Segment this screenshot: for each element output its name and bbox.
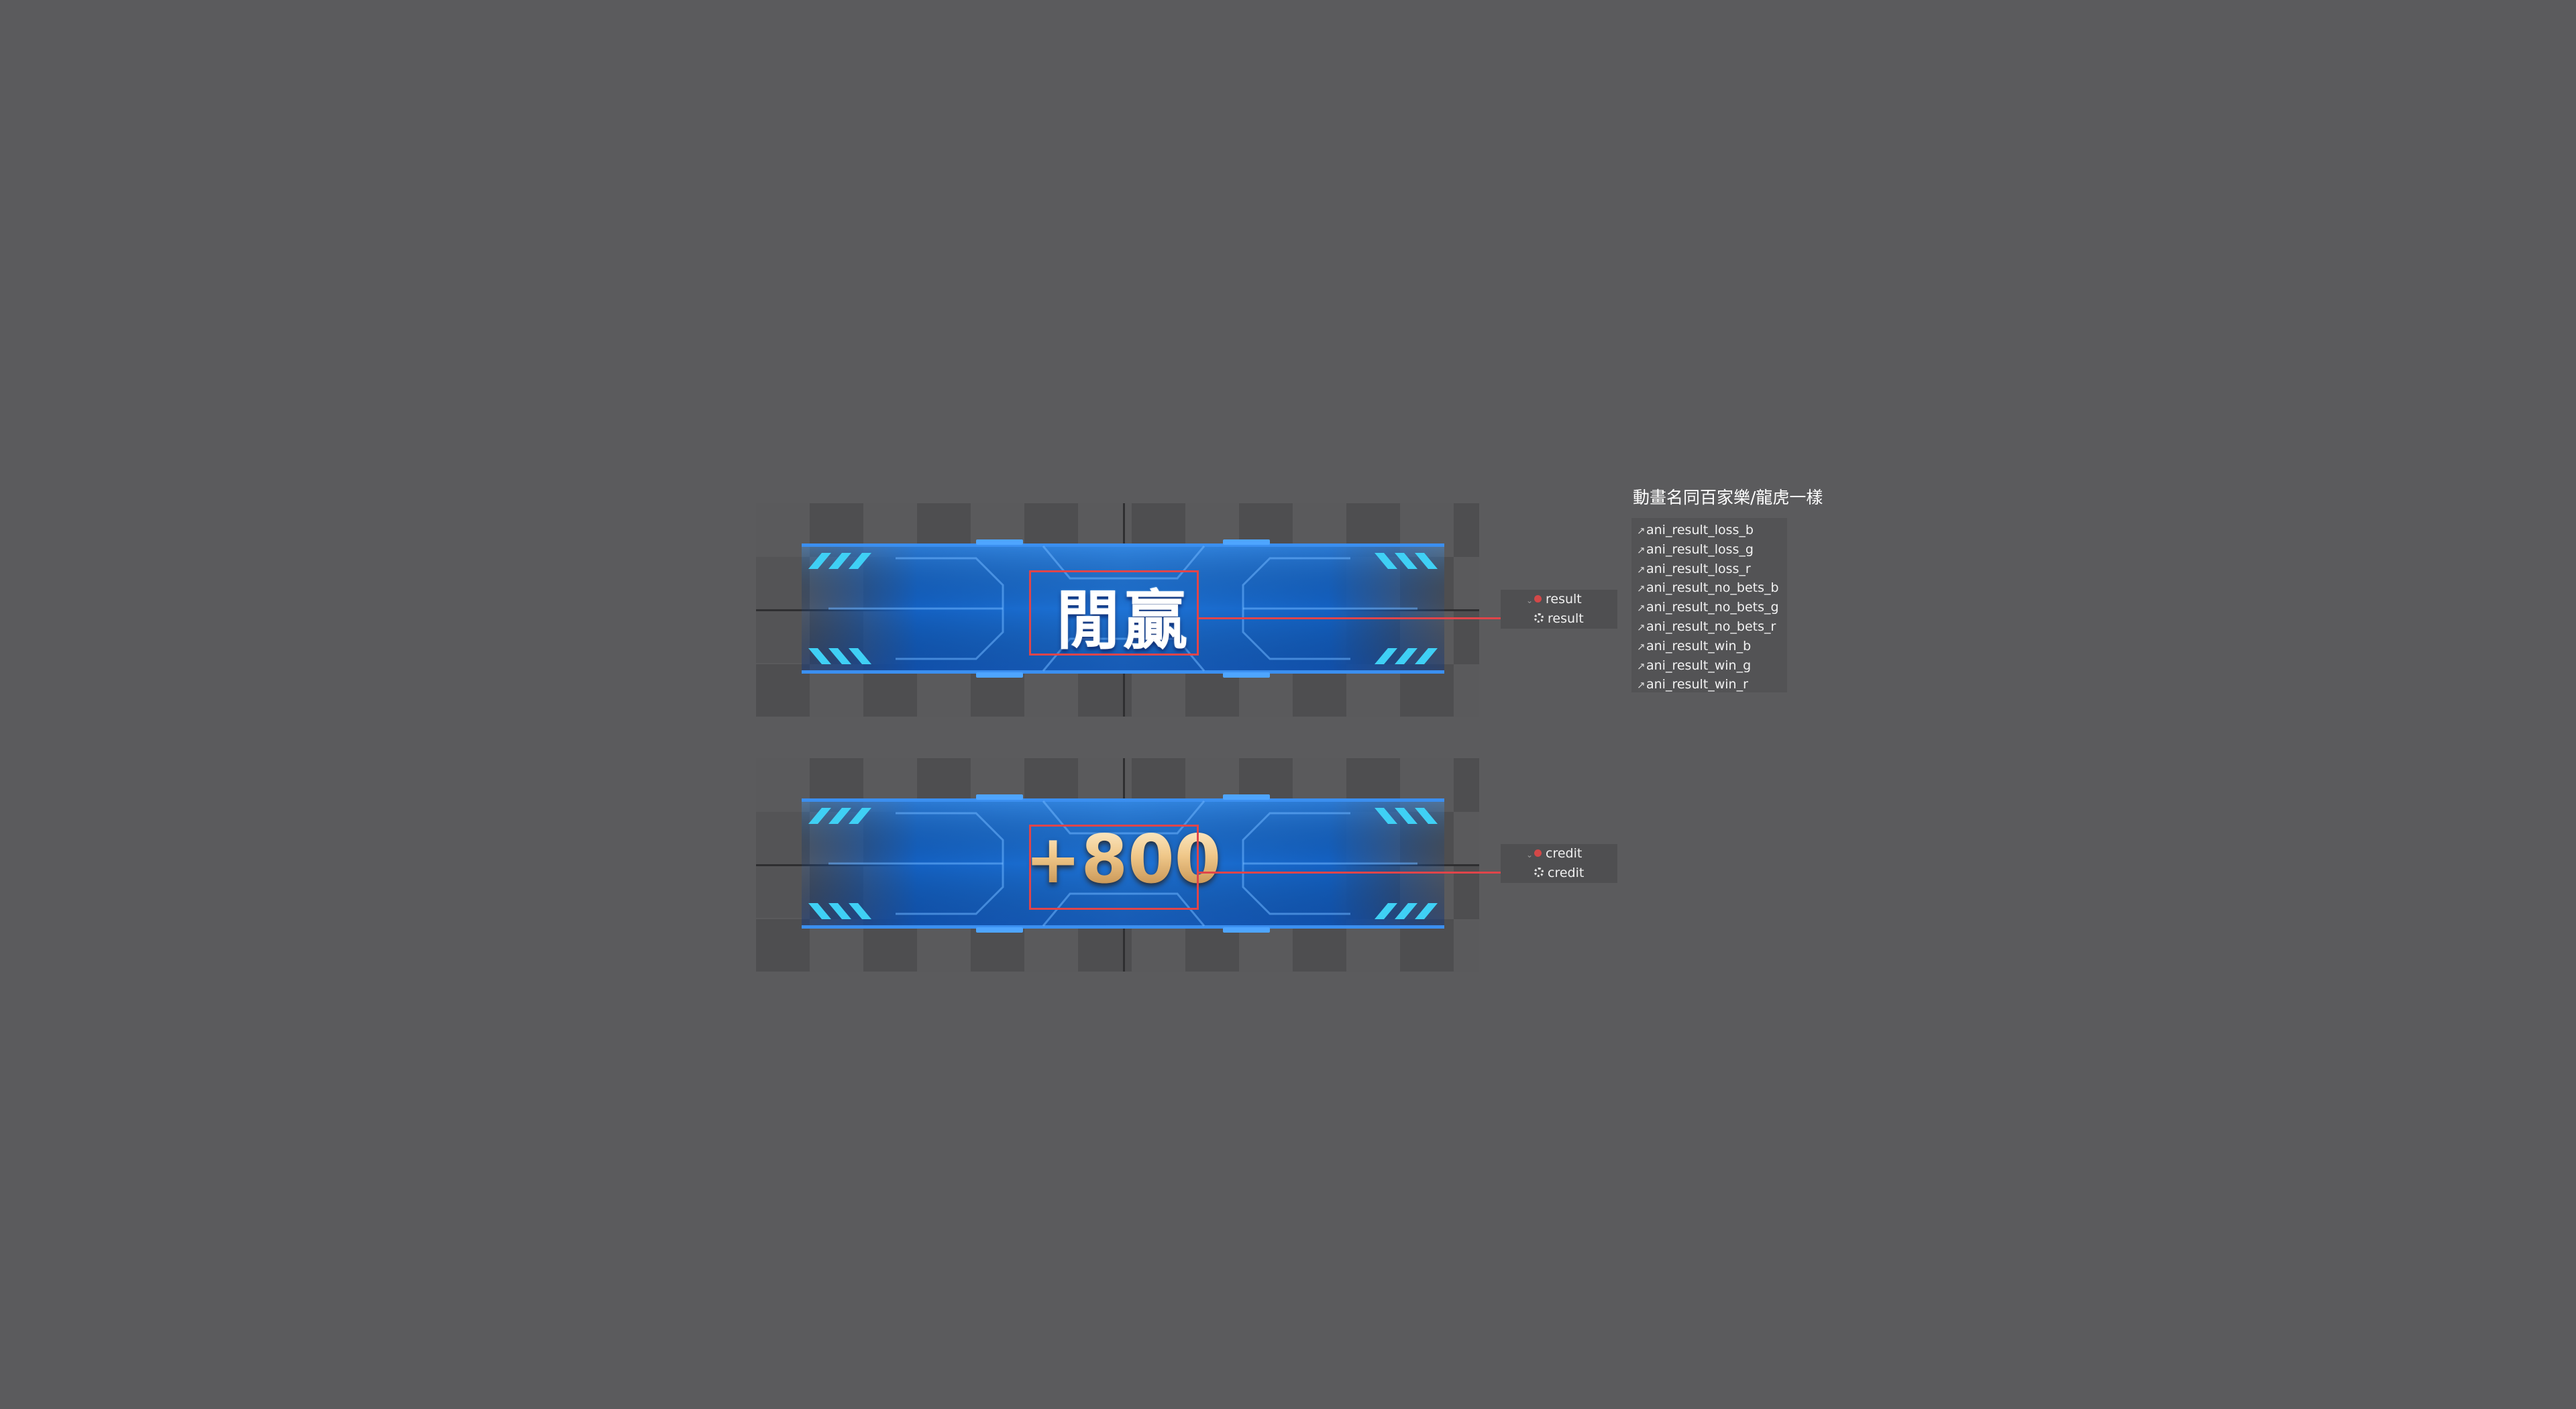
result-node-child[interactable]: result: [1534, 609, 1584, 628]
result-group-label: result: [1546, 592, 1582, 607]
animation-list: ↗ani_result_loss_b ↗ani_result_loss_g ↗a…: [1631, 518, 1787, 692]
credit-selection-box[interactable]: [1029, 825, 1199, 910]
collapse-arrow-icon[interactable]: ⌄: [1525, 845, 1534, 864]
result-node-group[interactable]: ⌄ result: [1525, 590, 1582, 609]
animation-item[interactable]: ↗ani_result_loss_r: [1631, 560, 1787, 579]
animation-item[interactable]: ↗ani_result_no_bets_g: [1631, 598, 1787, 617]
result-connector-line: [1199, 617, 1536, 619]
result-child-label: result: [1548, 611, 1584, 626]
gear-icon: [1534, 868, 1544, 877]
credit-child-label: credit: [1548, 866, 1585, 880]
result-selection-box[interactable]: [1029, 570, 1199, 656]
animation-clip-icon: ↗: [1637, 563, 1646, 576]
result-node-panel: ⌄ result result: [1501, 590, 1617, 629]
animation-clip-icon: ↗: [1637, 582, 1646, 595]
animation-item[interactable]: ↗ani_result_no_bets_r: [1631, 617, 1787, 637]
animation-clip-icon: ↗: [1637, 640, 1646, 653]
animation-item[interactable]: ↗ani_result_no_bets_b: [1631, 578, 1787, 598]
animation-item[interactable]: ↗ani_result_loss_g: [1631, 540, 1787, 560]
animation-item[interactable]: ↗ani_result_win_b: [1631, 637, 1787, 656]
credit-node-child[interactable]: credit: [1534, 864, 1584, 882]
animation-clip-icon: ↗: [1637, 543, 1646, 556]
canvas-stage: 閒贏 ⌄ result result +800 ⌄ credit credit …: [0, 0, 2576, 1409]
animation-list-title: 動畫名同百家樂/龍虎一樣: [1633, 488, 1823, 507]
animation-clip-icon: ↗: [1637, 621, 1646, 633]
gear-icon: [1534, 613, 1544, 623]
credit-node-group[interactable]: ⌄ credit: [1525, 844, 1582, 863]
animation-item[interactable]: ↗ani_result_win_r: [1631, 675, 1787, 694]
node-dot-icon: [1534, 594, 1542, 603]
credit-connector-line: [1199, 872, 1536, 874]
animation-item[interactable]: ↗ani_result_win_g: [1631, 656, 1787, 676]
animation-clip-icon: ↗: [1637, 660, 1646, 672]
animation-item[interactable]: ↗ani_result_loss_b: [1631, 521, 1787, 540]
credit-node-panel: ⌄ credit credit: [1501, 844, 1617, 883]
credit-group-label: credit: [1546, 846, 1582, 861]
node-dot-icon: [1534, 849, 1542, 857]
animation-clip-icon: ↗: [1637, 679, 1646, 692]
collapse-arrow-icon[interactable]: ⌄: [1525, 591, 1534, 610]
animation-clip-icon: ↗: [1637, 602, 1646, 615]
animation-clip-icon: ↗: [1637, 525, 1646, 537]
